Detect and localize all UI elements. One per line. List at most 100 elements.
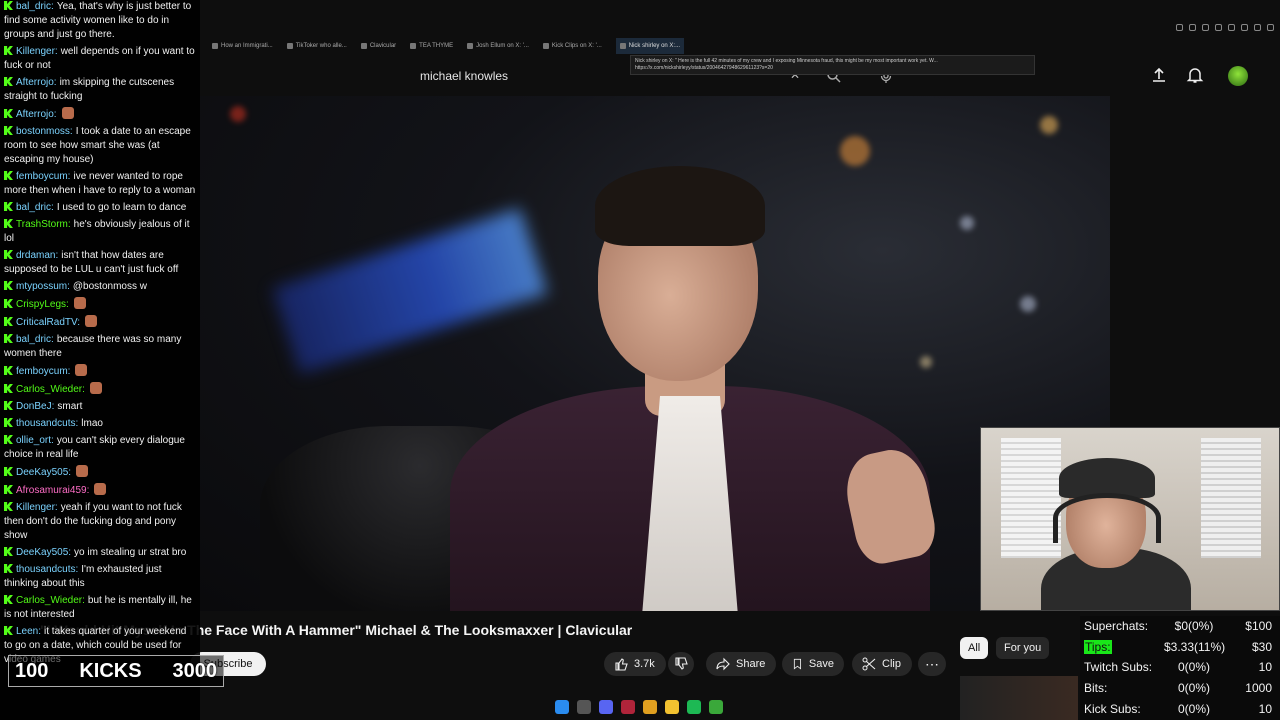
stat-label: Bits:	[1084, 681, 1108, 695]
video-player[interactable]	[200, 96, 1110, 611]
chat-username[interactable]: femboycum:	[16, 171, 70, 182]
stat-label: Kick Subs:	[1084, 702, 1141, 716]
save-button[interactable]: Save	[782, 652, 844, 676]
kick-badge-icon	[4, 334, 13, 343]
emote-icon	[85, 315, 98, 327]
chat-username[interactable]: DeeKay505:	[16, 547, 71, 558]
recommended-thumbnail[interactable]	[960, 676, 1078, 720]
more-actions-button[interactable]: ⋯	[918, 652, 946, 676]
kick-badge-icon	[4, 418, 13, 427]
extension-icon[interactable]	[1241, 24, 1248, 31]
stat-row-bits: Bits: 0(0%) 1000	[1084, 681, 1276, 701]
x-logo-icon	[542, 43, 549, 49]
chat-username[interactable]: Killenger:	[16, 46, 58, 57]
chat-username[interactable]: drdaman:	[16, 250, 58, 261]
chat-username[interactable]: DonBeJ:	[16, 401, 54, 412]
chat-username[interactable]: CriticalRadTV:	[16, 317, 80, 328]
upload-icon[interactable]	[1150, 66, 1168, 84]
chat-message: CrispyLegs:	[4, 297, 196, 312]
stat-row-tips: Tips: $3.33(11%) $30	[1084, 640, 1276, 660]
chat-username[interactable]: Carlos_Wieder:	[16, 384, 85, 395]
windows-start-icon[interactable]	[555, 700, 569, 714]
chat-message: Carlos_Wieder: but he is mentally ill, he…	[4, 594, 196, 622]
emote-icon	[61, 107, 74, 119]
chat-username[interactable]: bal_dric:	[16, 202, 54, 213]
chat-username[interactable]: TrashStorm:	[16, 219, 71, 230]
browser-tab[interactable]: TikToker who alle...	[286, 38, 347, 54]
chat-username[interactable]: thousandcuts:	[16, 418, 78, 429]
chat-username[interactable]: DeeKay505:	[16, 467, 71, 478]
chrome-icon[interactable]	[643, 700, 657, 714]
kick-badge-icon	[4, 219, 13, 228]
donation-stats-panel: Superchats: $0(0%) $100 Tips: $3.33(11%)…	[1080, 616, 1280, 720]
tab-favicon-icon	[212, 43, 218, 49]
browser-tab[interactable]: Josh Ellum on X: '...	[467, 38, 529, 54]
stat-label: Superchats:	[1084, 619, 1149, 633]
clip-label: Clip	[882, 658, 901, 670]
browser-tab-active[interactable]: Nick shirley on X:...	[615, 38, 685, 54]
chat-username[interactable]: Afrosamurai459:	[16, 485, 89, 496]
stat-goal: 1000	[1245, 681, 1272, 695]
chat-username[interactable]: ollie_ort:	[16, 435, 54, 446]
like-button[interactable]: 3.7k	[604, 652, 666, 676]
chat-text: @bostonmoss w	[72, 281, 147, 292]
chat-username[interactable]: Carlos_Wieder:	[16, 595, 85, 606]
stat-label: Twitch Subs:	[1084, 660, 1153, 674]
tab-favicon-icon	[286, 43, 293, 49]
discord-icon[interactable]	[599, 700, 613, 714]
chip-all[interactable]: All	[960, 637, 989, 659]
chat-username[interactable]: femboycum:	[16, 366, 70, 377]
chat-message: DeeKay505: yo im stealing ur strat bro	[4, 546, 196, 560]
chat-message: mtypossum: @bostonmoss w	[4, 280, 196, 294]
dislike-button[interactable]	[668, 652, 694, 676]
avatar[interactable]	[1228, 66, 1248, 86]
extension-icon[interactable]	[1189, 24, 1196, 31]
kick-badge-icon	[4, 281, 13, 290]
spotify-icon[interactable]	[687, 700, 701, 714]
share-button[interactable]: Share	[706, 652, 776, 676]
chat-username[interactable]: Afterrojo:	[16, 77, 57, 88]
file-explorer-icon[interactable]	[665, 700, 679, 714]
browser-toolbar	[1176, 24, 1274, 31]
chat-username[interactable]: CrispyLegs:	[16, 299, 69, 310]
xbox-icon[interactable]	[709, 700, 723, 714]
extension-icon[interactable]	[1202, 24, 1209, 31]
x-logo-icon	[619, 43, 626, 49]
chat-username[interactable]: bal_dric:	[16, 1, 54, 12]
browser-tab-strip: How an Immigrati... TikToker who alle...…	[200, 38, 1280, 54]
chat-message: bal_dric: I used to go to learn to dance	[4, 201, 196, 215]
extension-icon[interactable]	[1228, 24, 1235, 31]
clip-button[interactable]: Clip	[852, 652, 912, 676]
chat-username[interactable]: bal_dric:	[16, 334, 54, 345]
stat-row-superchats: Superchats: $0(0%) $100	[1084, 619, 1276, 639]
browser-tab[interactable]: Clavicular	[360, 38, 396, 54]
download-icon[interactable]	[1254, 24, 1261, 31]
search-taskbar-icon[interactable]	[577, 700, 591, 714]
thumbs-down-icon	[675, 657, 688, 670]
kick-badge-icon	[4, 626, 13, 635]
chat-username[interactable]: Afterrojo:	[16, 109, 57, 120]
chat-username[interactable]: thousandcuts:	[16, 564, 78, 575]
app-icon[interactable]	[621, 700, 635, 714]
extension-icon[interactable]	[1215, 24, 1222, 31]
notification-bell-icon[interactable]	[1186, 66, 1204, 84]
chip-for-you[interactable]: For you	[996, 637, 1050, 659]
browser-tab[interactable]: Kick Clips on X: '...	[542, 38, 602, 54]
browser-tab[interactable]: How an Immigrati...	[212, 38, 273, 54]
kick-badge-icon	[4, 1, 13, 10]
chat-message: Killenger: well depends on if you want to…	[4, 45, 196, 73]
extension-icon[interactable]	[1176, 24, 1183, 31]
menu-icon[interactable]	[1267, 24, 1274, 31]
chat-username[interactable]: bostonmoss:	[16, 126, 73, 137]
kick-badge-icon	[4, 250, 13, 259]
kicks-goal: 3000	[172, 659, 217, 682]
chat-message: femboycum: ive never wanted to rope more …	[4, 170, 196, 198]
chat-message: Killenger: yeah if you want to not fuck t…	[4, 501, 196, 543]
stat-value: 0(0%)	[1177, 702, 1210, 716]
kick-badge-icon	[4, 595, 13, 604]
chat-username[interactable]: mtypossum:	[16, 281, 70, 292]
chat-username[interactable]: Killenger:	[16, 502, 58, 513]
browser-tab[interactable]: TEA THYME	[410, 38, 453, 54]
chat-username[interactable]: Leen:	[16, 626, 41, 637]
kick-badge-icon	[4, 46, 13, 55]
